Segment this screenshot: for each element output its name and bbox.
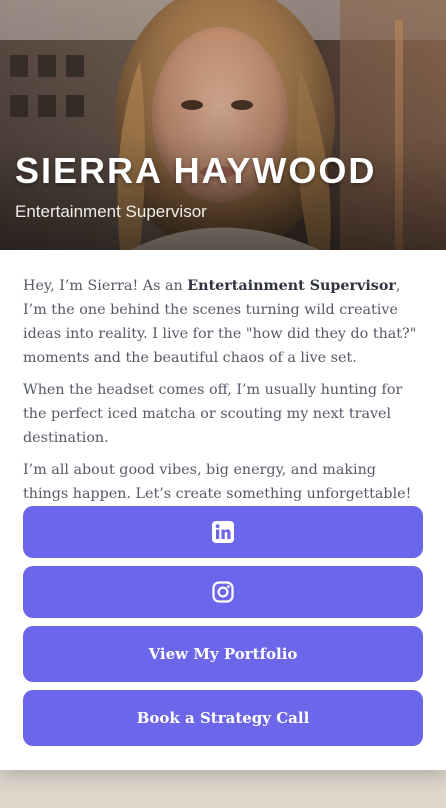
profile-card: SIERRA HAYWOOD Entertainment Supervisor … (0, 0, 446, 770)
view-portfolio-label: View My Portfolio (148, 645, 298, 663)
hero-banner: SIERRA HAYWOOD Entertainment Supervisor (0, 0, 446, 250)
linkedin-icon (212, 521, 234, 543)
linkedin-button[interactable] (23, 506, 423, 558)
book-strategy-call-label: Book a Strategy Call (136, 709, 310, 727)
instagram-icon (212, 581, 234, 603)
bio-intro-text: Hey, I’m Sierra! As an (23, 278, 188, 294)
bio-paragraph-2: When the headset comes off, I’m usually … (23, 382, 403, 446)
profile-name: SIERRA HAYWOOD (15, 150, 377, 191)
view-portfolio-button[interactable]: View My Portfolio (23, 626, 423, 682)
bio-paragraph-1: Hey, I’m Sierra! As an Entertainment Sup… (23, 274, 425, 370)
profile-job-title: Entertainment Supervisor (15, 202, 207, 221)
book-strategy-call-button[interactable]: Book a Strategy Call (23, 690, 423, 746)
bio-role-emphasis: Entertainment Supervisor (187, 278, 396, 294)
instagram-button[interactable] (23, 566, 423, 618)
bio-section: Hey, I’m Sierra! As an Entertainment Sup… (23, 274, 425, 514)
bio-paragraph-3: I’m all about good vibes, big energy, an… (23, 462, 412, 502)
